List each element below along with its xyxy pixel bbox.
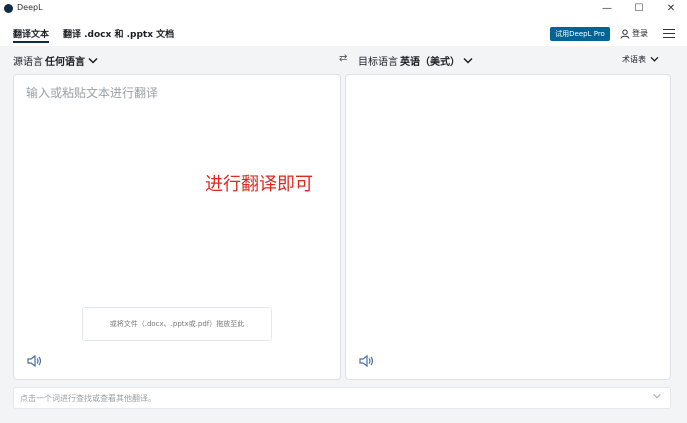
hamburger-menu-icon[interactable] xyxy=(663,29,675,38)
source-text-panel[interactable]: 输入或粘贴文本进行翻译 或将文件（.docx、.pptx或.pdf）拖放至此 xyxy=(13,74,341,380)
alternatives-hint: 点击一个词进行查找或查看其他翻译。 xyxy=(20,394,156,403)
try-pro-button[interactable]: 试用DeepL Pro xyxy=(550,27,610,41)
file-drop-zone[interactable]: 或将文件（.docx、.pptx或.pdf）拖放至此 xyxy=(82,307,272,341)
target-language-selector[interactable]: 目标语言 英语（美式） xyxy=(358,53,474,68)
target-text-panel[interactable] xyxy=(345,74,671,380)
chevron-down-icon xyxy=(463,57,473,64)
chevron-down-icon xyxy=(88,57,98,64)
target-language-prefix: 目标语言 xyxy=(358,57,398,68)
maximize-button[interactable]: ☐ xyxy=(632,2,646,16)
source-language-selector[interactable]: 源语言 任何语言 xyxy=(13,53,99,68)
window-title: DeepL xyxy=(17,3,43,12)
annotation-text: 进行翻译即可 xyxy=(205,174,313,195)
tab-translate-documents[interactable]: 翻译 .docx 和 .pptx 文档 xyxy=(63,27,174,40)
deepl-logo-icon xyxy=(4,4,13,13)
language-bar: 源语言 任何语言 ⇄ 目标语言 英语（美式） 术语表 xyxy=(0,46,687,74)
active-tab-indicator xyxy=(13,41,49,43)
source-text-placeholder[interactable]: 输入或粘贴文本进行翻译 xyxy=(26,84,158,101)
alternatives-bar[interactable]: 点击一个词进行查找或查看其他翻译。 xyxy=(13,387,671,409)
close-button[interactable]: ✕ xyxy=(664,2,678,16)
tab-translate-text[interactable]: 翻译文本 xyxy=(13,27,49,40)
swap-languages-icon[interactable]: ⇄ xyxy=(339,53,347,64)
minimize-button[interactable]: — xyxy=(600,2,614,16)
tab-bar: 翻译文本 翻译 .docx 和 .pptx 文档 试用DeepL Pro 登录 xyxy=(0,18,687,46)
login-label: 登录 xyxy=(632,29,648,38)
chevron-down-icon[interactable] xyxy=(652,393,662,400)
chevron-down-icon xyxy=(650,56,659,62)
source-language-prefix: 源语言 xyxy=(13,57,43,68)
source-language-value: 任何语言 xyxy=(45,57,85,68)
glossary-button[interactable]: 术语表 xyxy=(622,54,660,65)
target-language-value: 英语（美式） xyxy=(400,57,460,68)
speaker-icon[interactable] xyxy=(26,354,44,368)
glossary-label: 术语表 xyxy=(622,55,646,64)
speaker-icon[interactable] xyxy=(358,354,376,368)
user-icon xyxy=(620,29,630,39)
login-button[interactable]: 登录 xyxy=(620,28,648,39)
title-bar: DeepL — ☐ ✕ xyxy=(0,0,687,18)
